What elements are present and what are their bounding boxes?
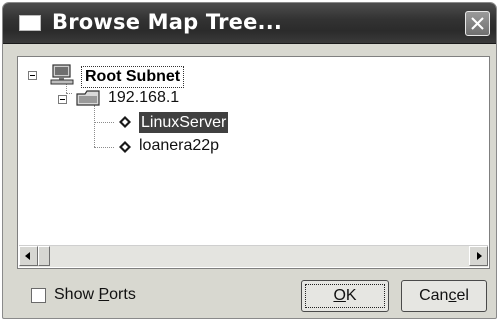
host-diamond-icon bbox=[119, 116, 131, 128]
close-button[interactable] bbox=[465, 11, 490, 36]
cancel-label-post: el bbox=[456, 287, 469, 304]
tree-connector bbox=[94, 105, 95, 147]
tree-node-host-linuxserver[interactable]: LinuxServer bbox=[139, 112, 229, 133]
cancel-button[interactable]: Cancel bbox=[401, 280, 487, 312]
arrow-right-icon bbox=[477, 252, 482, 260]
tree-node-host-loanera22p[interactable]: loanera22p bbox=[139, 137, 219, 155]
network-computer-icon bbox=[50, 64, 74, 85]
tree-connector bbox=[94, 147, 114, 148]
ok-button[interactable]: OK bbox=[301, 280, 389, 312]
close-icon bbox=[471, 17, 484, 30]
window-icon bbox=[19, 15, 41, 31]
scroll-right-button[interactable] bbox=[469, 246, 488, 266]
show-ports-label-orts: orts bbox=[109, 286, 136, 303]
title-bar[interactable]: Browse Map Tree... bbox=[3, 3, 496, 44]
root-collapse-toggle[interactable] bbox=[28, 71, 37, 80]
window-title: Browse Map Tree... bbox=[52, 10, 283, 34]
map-tree-view[interactable]: Root Subnet 192.168.1 LinuxServer loaner… bbox=[17, 56, 490, 269]
host-diamond-icon bbox=[119, 141, 131, 153]
tree-connector bbox=[94, 122, 114, 123]
show-ports-label-p-accel: P bbox=[98, 286, 110, 303]
scroll-left-button[interactable] bbox=[19, 246, 38, 266]
show-ports-label-s: S bbox=[54, 286, 65, 303]
browse-map-tree-dialog: Browse Map Tree... Root Subnet 192.168.1… bbox=[2, 2, 497, 319]
show-ports-checkbox[interactable] bbox=[31, 288, 46, 303]
tree-node-root-subnet[interactable]: Root Subnet bbox=[81, 66, 185, 88]
tree-connector bbox=[66, 93, 72, 94]
show-ports-label[interactable]: Show Ports bbox=[54, 286, 136, 304]
subnet-folder-icon bbox=[76, 90, 100, 106]
subnet-collapse-toggle[interactable] bbox=[58, 95, 67, 104]
show-ports-label-how: how bbox=[64, 286, 99, 303]
scrollbar-thumb[interactable] bbox=[38, 246, 50, 266]
cancel-label-pre: Can bbox=[419, 287, 449, 304]
arrow-left-icon bbox=[25, 252, 30, 260]
horizontal-scrollbar[interactable] bbox=[19, 245, 488, 267]
ok-focus-ring bbox=[305, 284, 385, 308]
tree-node-subnet[interactable]: 192.168.1 bbox=[108, 89, 179, 107]
